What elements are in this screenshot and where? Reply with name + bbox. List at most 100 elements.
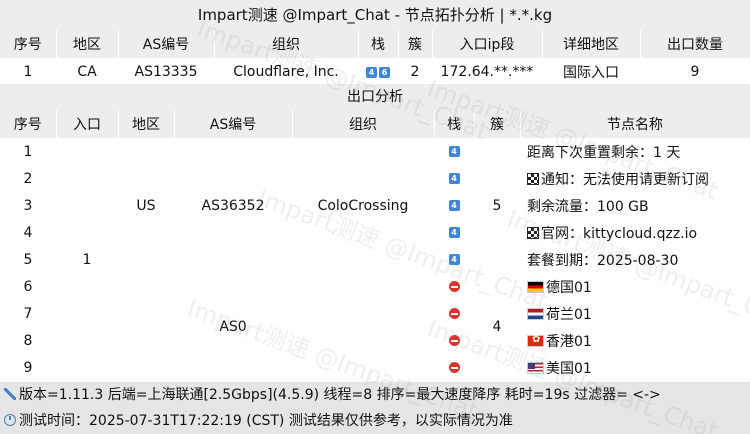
cell-stack: 4 bbox=[434, 192, 474, 219]
cell-stack: 4 bbox=[434, 219, 474, 246]
cell-stack bbox=[434, 354, 474, 381]
col-header-index: 序号 bbox=[0, 30, 57, 58]
cell-asn: AS0 bbox=[174, 273, 292, 381]
col-header-cluster: 簇 bbox=[474, 110, 521, 138]
node-name-text: 美国01 bbox=[546, 360, 592, 377]
col-header-region: 地区 bbox=[118, 110, 175, 138]
cell-node-name: 剩余流量：100 GB bbox=[520, 192, 750, 219]
cell-cluster: 5 bbox=[474, 138, 520, 273]
version-icon bbox=[4, 388, 16, 400]
outbound-header-row: 序号 入口 地区 AS编号 组织 栈 簇 节点名称 bbox=[0, 110, 750, 138]
outbound-section-title: 出口分析 bbox=[0, 84, 750, 110]
col-header-org: 组织 bbox=[214, 30, 359, 58]
flag-hk-icon bbox=[527, 334, 544, 347]
no-entry-icon bbox=[448, 362, 460, 373]
cell-asn: AS13335 bbox=[118, 58, 214, 86]
node-name-text: 距离下次重置剩余：1 天 bbox=[527, 144, 681, 161]
node-name-text: 香港01 bbox=[546, 333, 592, 350]
col-header-region: 地区 bbox=[56, 30, 119, 58]
cell-region: US bbox=[118, 138, 174, 273]
page-title: Impart测速 @Impart_Chat - 节点拓扑分析 | *.*.kg bbox=[0, 0, 750, 30]
cell-entry: 1 bbox=[56, 138, 118, 381]
cell-index: 1 bbox=[0, 138, 56, 165]
table-row: 1 1 US AS36352 ColoCrossing 4 5 距离下次重置剩余：1 天 bbox=[0, 138, 750, 381]
cell-stack: 4 bbox=[434, 165, 474, 192]
ipv4-badge-icon: 4 bbox=[448, 200, 460, 211]
cell-org: ColoCrossing bbox=[292, 138, 434, 273]
table-row: 1 CA AS13335 Cloudflare, Inc. 46 2 172.6… bbox=[0, 58, 750, 86]
cell-cluster: 2 bbox=[398, 58, 432, 86]
cell-index: 8 bbox=[0, 327, 56, 354]
cell-asn: AS36352 bbox=[174, 138, 292, 273]
cell-stack bbox=[434, 300, 474, 327]
inbound-header-row: 序号 地区 AS编号 组织 栈 簇 入口ip段 详细地区 出口数量 bbox=[0, 30, 750, 58]
cell-index: 2 bbox=[0, 165, 56, 192]
checkered-flag-icon bbox=[527, 226, 539, 239]
node-name-text: 剩余流量：100 GB bbox=[527, 198, 649, 215]
ipv4-badge-icon: 4 bbox=[448, 227, 460, 238]
cell-node-name: 荷兰01 bbox=[520, 300, 750, 327]
node-name-text: 通知：无法使用请更新订阅 bbox=[541, 171, 709, 188]
flag-us-icon bbox=[527, 361, 544, 374]
cell-region: CA bbox=[56, 58, 118, 86]
ipv6-badge-icon: 6 bbox=[379, 66, 390, 78]
ipv4-badge-icon: 4 bbox=[366, 66, 377, 78]
cell-node-name: 美国01 bbox=[520, 354, 750, 381]
flag-nl-icon bbox=[527, 307, 544, 320]
cell-stack: 4 bbox=[434, 246, 474, 273]
col-header-ip-range: 入口ip段 bbox=[432, 30, 543, 58]
col-header-entry: 入口 bbox=[56, 110, 119, 138]
cell-region bbox=[118, 273, 174, 381]
checkered-flag-icon bbox=[527, 172, 539, 185]
ipv4-badge-icon: 4 bbox=[448, 254, 460, 265]
cell-index: 6 bbox=[0, 273, 56, 300]
cell-stack bbox=[434, 273, 474, 300]
flag-de-icon bbox=[527, 280, 544, 293]
clock-icon bbox=[4, 414, 16, 426]
cell-node-name: 德国01 bbox=[520, 273, 750, 300]
cell-cluster: 4 bbox=[474, 273, 520, 381]
node-name-text: 德国01 bbox=[546, 279, 592, 296]
cell-ip-range: 172.64.**.*** bbox=[432, 58, 542, 86]
col-header-stack: 栈 bbox=[358, 30, 399, 58]
cell-org bbox=[292, 273, 434, 381]
node-name-text: 荷兰01 bbox=[546, 306, 592, 323]
cell-index: 9 bbox=[0, 354, 56, 381]
status-info-text: 版本=1.11.3 后端=上海联通[2.5Gbps](4.5.9) 线程=8 排… bbox=[19, 387, 661, 403]
col-header-org: 组织 bbox=[292, 110, 435, 138]
cell-node-name: 通知：无法使用请更新订阅 bbox=[520, 165, 750, 192]
ipv4-badge-icon: 4 bbox=[448, 173, 460, 184]
cell-org: Cloudflare, Inc. bbox=[214, 58, 358, 86]
cell-index: 1 bbox=[0, 58, 56, 86]
col-header-index: 序号 bbox=[0, 110, 57, 138]
cell-stack bbox=[434, 327, 474, 354]
outbound-table: 序号 入口 地区 AS编号 组织 栈 簇 节点名称 1 1 US AS36352 Col… bbox=[0, 110, 750, 381]
status-time-text: 测试时间：2025-07-31T17:22:19 (CST) 测试结果仅供参考，… bbox=[19, 413, 513, 429]
inbound-table: 序号 地区 AS编号 组织 栈 簇 入口ip段 详细地区 出口数量 1 CA A… bbox=[0, 30, 750, 86]
col-header-node-name: 节点名称 bbox=[520, 110, 750, 138]
cell-index: 7 bbox=[0, 300, 56, 327]
cell-detail-region: 国际入口 bbox=[542, 58, 640, 86]
no-entry-icon bbox=[448, 308, 460, 319]
col-header-exit-count: 出口数量 bbox=[640, 30, 750, 58]
col-header-asn: AS编号 bbox=[174, 110, 293, 138]
node-name-text: 官网：kittycloud.qzz.io bbox=[541, 225, 698, 242]
cell-exit-count: 9 bbox=[640, 58, 750, 86]
cell-node-name: 香港01 bbox=[520, 327, 750, 354]
no-entry-icon bbox=[448, 281, 460, 292]
cell-stack: 46 bbox=[358, 58, 398, 86]
cell-index: 4 bbox=[0, 219, 56, 246]
col-header-cluster: 簇 bbox=[398, 30, 433, 58]
cell-node-name: 官网：kittycloud.qzz.io bbox=[520, 219, 750, 246]
status-bar-time: 测试时间：2025-07-31T17:22:19 (CST) 测试结果仅供参考，… bbox=[0, 408, 750, 434]
cell-node-name: 距离下次重置剩余：1 天 bbox=[520, 138, 750, 165]
node-name-text: 套餐到期：2025-08-30 bbox=[527, 252, 679, 269]
col-header-asn: AS编号 bbox=[118, 30, 215, 58]
cell-node-name: 套餐到期：2025-08-30 bbox=[520, 246, 750, 273]
ipv4-badge-icon: 4 bbox=[448, 146, 460, 157]
status-bar-info: 版本=1.11.3 后端=上海联通[2.5Gbps](4.5.9) 线程=8 排… bbox=[0, 382, 750, 408]
col-header-detail-region: 详细地区 bbox=[542, 30, 641, 58]
cell-stack: 4 bbox=[434, 138, 474, 165]
cell-index: 5 bbox=[0, 246, 56, 273]
cell-index: 3 bbox=[0, 192, 56, 219]
